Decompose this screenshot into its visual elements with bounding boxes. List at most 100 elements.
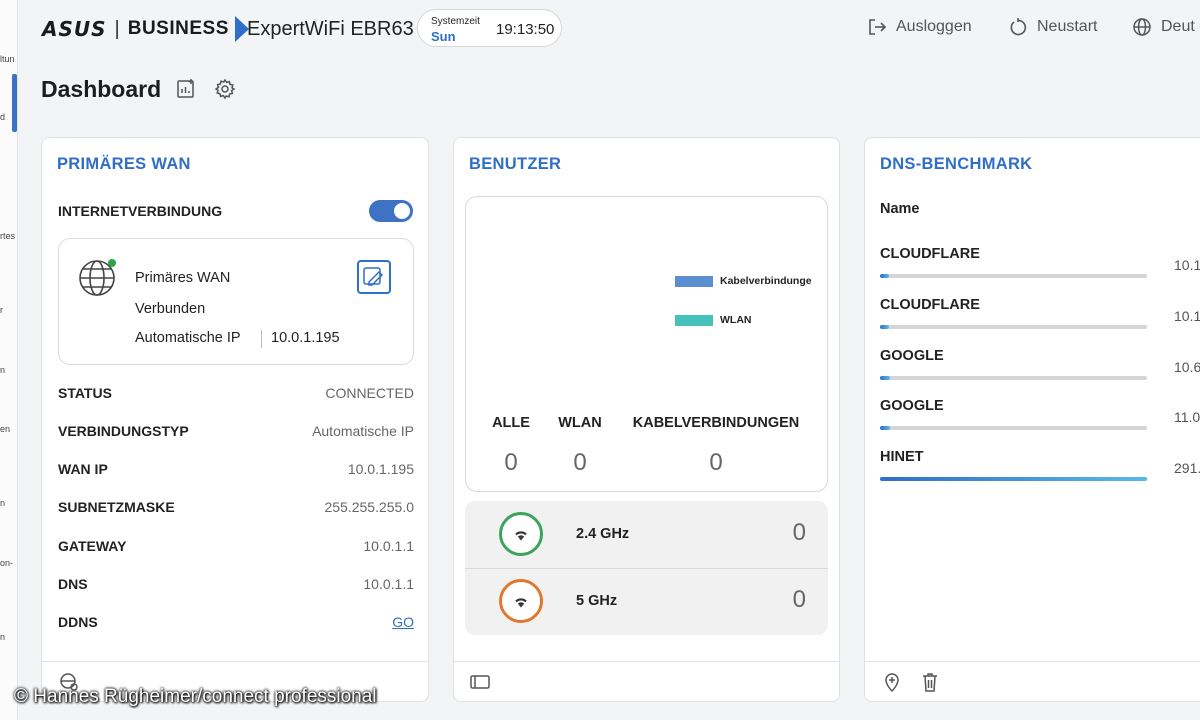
users-column-wlan: WLAN: [558, 415, 602, 431]
toggle-knob: [394, 203, 410, 219]
system-time-label: Systemzeit: [431, 16, 480, 27]
wan-ip-value: 10.0.1.195: [271, 330, 340, 346]
band-row-5g[interactable]: 5 GHz 0: [465, 568, 828, 635]
sidebar-item-fragment[interactable]: en: [0, 424, 10, 434]
dns-latency-value: 10.6: [1174, 359, 1200, 375]
wan-info-row: SUBNETZMASKE 255.255.255.0: [58, 499, 414, 515]
business-logo-text: BUSINESS: [127, 18, 229, 39]
primary-wan-panel: PRIMÄRES WAN INTERNETVERBINDUNG Primäres…: [41, 137, 429, 702]
wan-info-value: CONNECTED: [325, 385, 414, 401]
band-row-2g[interactable]: 2.4 GHz 0: [465, 501, 828, 568]
dns-server-name: GOOGLE: [880, 398, 944, 414]
sidebar-item-fragment[interactable]: r: [0, 305, 3, 315]
sidebar-item-fragment[interactable]: n: [0, 632, 5, 642]
sidebar: ltun d rtes r n en n on- n: [0, 0, 18, 720]
system-time: 19:13:50: [496, 21, 555, 38]
band-count: 0: [792, 586, 806, 613]
wan-ip-type: Automatische IP: [135, 330, 241, 346]
wan-info-value: 10.0.1.1: [363, 538, 414, 554]
device-list-icon[interactable]: [469, 672, 491, 692]
system-time-pill: Systemzeit Sun 19:13:50: [417, 9, 562, 47]
dns-latency-value: 10.1: [1174, 308, 1200, 324]
dns-server-name: CLOUDFLARE: [880, 246, 980, 262]
language-label: Deut: [1161, 18, 1195, 35]
dns-latency-value: 291.4: [1174, 460, 1200, 476]
wan-info-row: VERBINDUNGSTYP Automatische IP: [58, 423, 414, 439]
sidebar-item-fragment[interactable]: d: [0, 112, 5, 122]
add-location-icon[interactable]: [881, 671, 903, 693]
users-count-wired: 0: [709, 449, 723, 476]
sidebar-item-fragment[interactable]: on-: [0, 558, 13, 568]
page-title: Dashboard: [41, 76, 162, 102]
dns-latency-bar: [880, 477, 1147, 481]
wan-info-value: 255.255.255.0: [324, 499, 414, 515]
sidebar-item-fragment[interactable]: n: [0, 365, 5, 375]
dns-row: GOOGLE 11.0: [880, 398, 1200, 448]
panel-title: BENUTZER: [469, 155, 562, 173]
ddns-go-link[interactable]: GO: [392, 614, 414, 630]
panel-title: DNS-BENCHMARK: [880, 155, 1033, 173]
legend-label: Kabelverbindunge: [720, 275, 812, 287]
legend-item-wired: Kabelverbindunge: [675, 275, 812, 287]
users-chart-box: Kabelverbindunge WLAN ALLE WLAN KABELVER…: [465, 196, 828, 492]
wan-state: Verbunden: [135, 301, 206, 317]
trash-icon[interactable]: [920, 671, 940, 693]
sidebar-item-fragment[interactable]: rtes: [0, 231, 15, 241]
brand-logo[interactable]: ASUS | BUSINESS: [42, 16, 249, 42]
edit-icon: [363, 267, 384, 286]
wan-info-row: DDNS GO: [58, 614, 414, 630]
users-count-wlan: 0: [573, 449, 587, 476]
top-header: ASUS | BUSINESS ExpertWiFi EBR63 Systemz…: [18, 0, 1200, 58]
logout-button[interactable]: Ausloggen: [867, 17, 972, 37]
users-column-all: ALLE: [492, 415, 530, 431]
wan-info-row: WAN IP 10.0.1.195: [58, 461, 414, 477]
wan-info-key: DDNS: [58, 614, 98, 630]
wan-info-value: 10.0.1.195: [347, 461, 414, 477]
legend-swatch: [675, 275, 713, 287]
dns-row: CLOUDFLARE 10.1: [880, 297, 1200, 347]
internet-connection-toggle[interactable]: [369, 200, 413, 222]
dns-row: CLOUDFLARE 10.1: [880, 246, 1200, 296]
wifi-icon: [515, 598, 527, 608]
system-day: Sun: [431, 29, 456, 44]
wan-info-key: GATEWAY: [58, 538, 127, 554]
wan-edit-button[interactable]: [357, 260, 391, 294]
dns-benchmark-panel: DNS-BENCHMARK Name CLOUDFLARE 10.1 CLOUD…: [864, 137, 1200, 702]
sidebar-item-fragment[interactable]: ltun: [0, 54, 15, 64]
wan-info-row: GATEWAY 10.0.1.1: [58, 538, 414, 554]
sidebar-active-indicator: [12, 74, 17, 132]
legend-item-wlan: WLAN: [675, 314, 752, 326]
dns-server-name: HINET: [880, 449, 924, 465]
restart-button[interactable]: Neustart: [1008, 17, 1097, 37]
gear-icon[interactable]: [214, 78, 236, 100]
dns-latency-value: 11.0: [1174, 409, 1200, 425]
wan-status-card: Primäres WAN Verbunden Automatische IP 1…: [58, 238, 414, 365]
dns-name-header: Name: [880, 201, 920, 217]
dns-latency-bar: [880, 426, 891, 430]
wan-info-row: DNS 10.0.1.1: [58, 576, 414, 592]
widget-chart-icon[interactable]: [176, 78, 196, 100]
language-selector[interactable]: Deut: [1132, 17, 1195, 37]
legend-label: WLAN: [720, 314, 752, 326]
panel-title: PRIMÄRES WAN: [57, 155, 191, 173]
wan-info-key: WAN IP: [58, 461, 108, 477]
dns-row: GOOGLE 10.6: [880, 348, 1200, 398]
wan-name: Primäres WAN: [135, 270, 231, 286]
globe-language-icon: [1133, 18, 1151, 36]
panel-footer: [454, 661, 839, 701]
wan-info-key: DNS: [58, 576, 88, 592]
band-name: 2.4 GHz: [576, 526, 630, 542]
brand-separator: |: [114, 17, 120, 40]
model-name: ExpertWiFi EBR63: [247, 18, 414, 40]
dns-latency-value: 10.1: [1174, 257, 1200, 273]
dns-latency-track: [880, 325, 1147, 329]
dns-latency-track: [880, 426, 1147, 430]
sidebar-item-fragment[interactable]: n: [0, 498, 5, 508]
band-circle: [499, 512, 543, 556]
dns-latency-track: [880, 477, 1147, 481]
connected-status-dot: [108, 259, 116, 267]
wan-info-key: STATUS: [58, 385, 112, 401]
restart-label: Neustart: [1037, 18, 1098, 35]
wan-info-row: STATUS CONNECTED: [58, 385, 414, 401]
wan-info-key: SUBNETZMASKE: [58, 499, 175, 515]
